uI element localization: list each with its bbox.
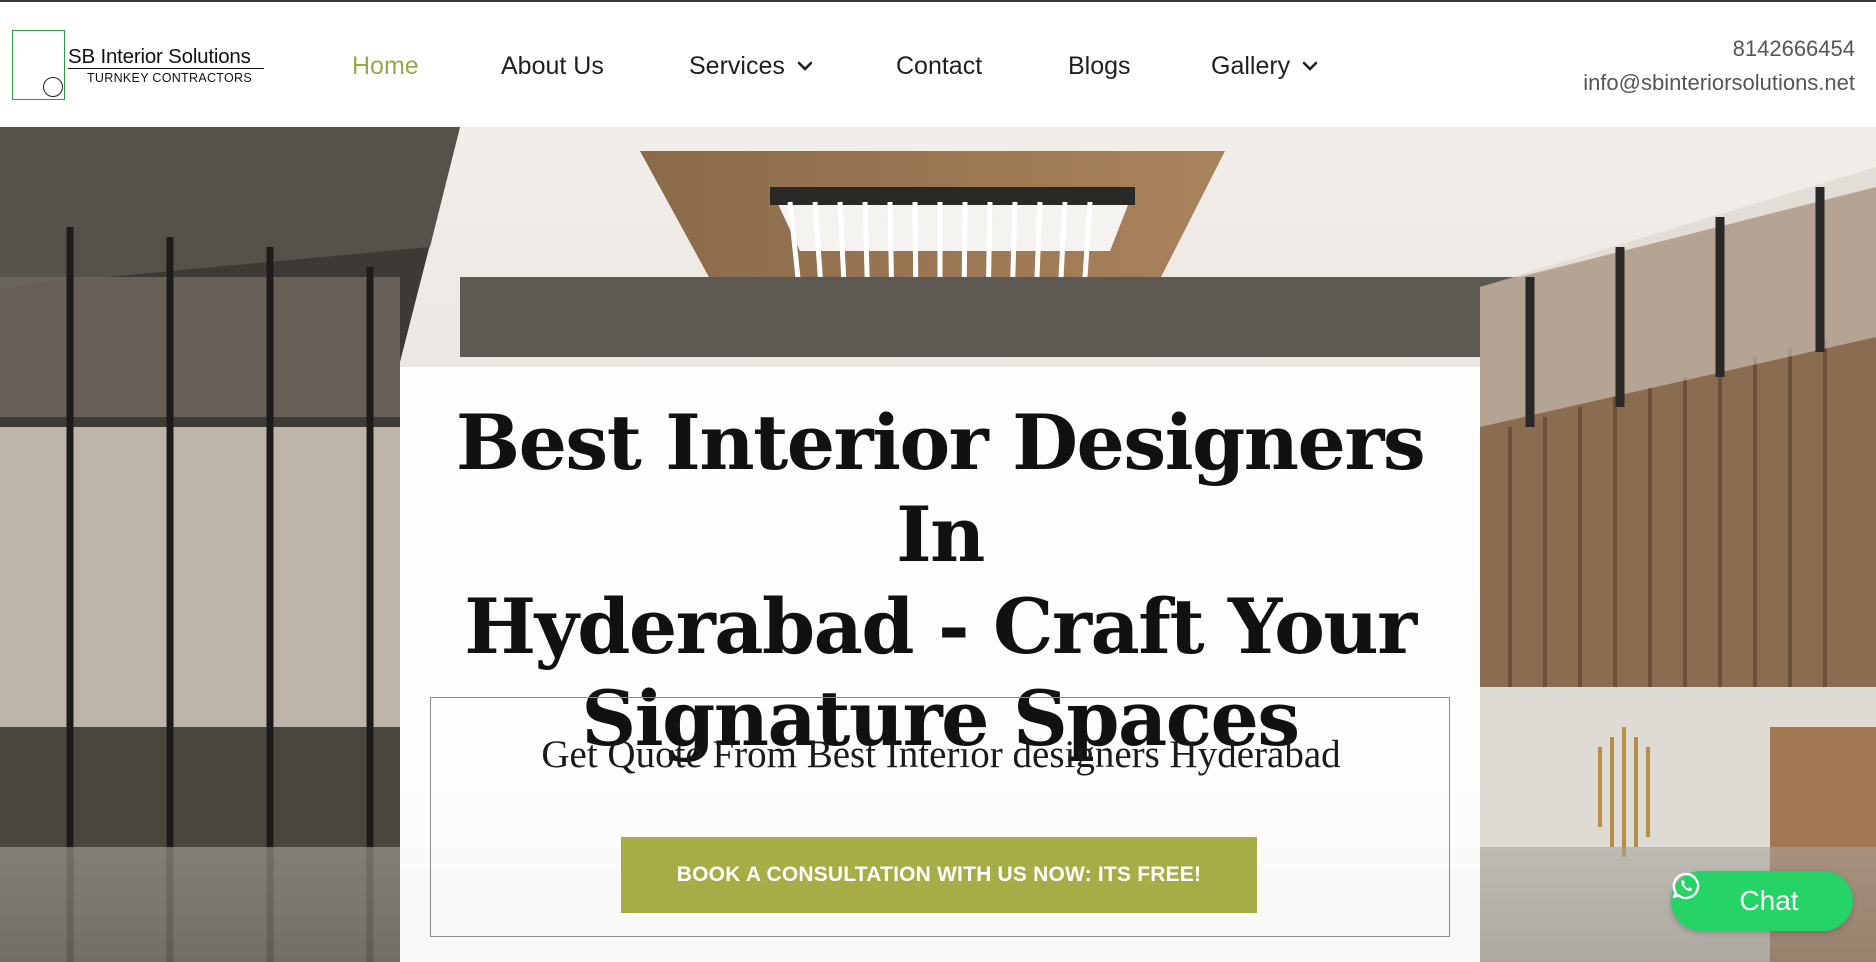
nav-item-about-us[interactable]: About Us [501, 46, 604, 86]
nav-item-label: About Us [501, 51, 604, 80]
nav-item-services[interactable]: Services [689, 46, 817, 86]
site-logo[interactable]: SB Interior Solutions TURNKEY CONTRACTOR… [12, 30, 272, 102]
nav-item-label: Home [352, 51, 419, 80]
nav-item-home[interactable]: Home [352, 46, 419, 86]
quote-box: Get Quote From Best Interior designers H… [430, 697, 1450, 937]
nav-item-label: Services [689, 51, 785, 80]
hero-section: Best Interior Designers In Hyderabad - C… [0, 127, 1876, 962]
logo-subtitle: TURNKEY CONTRACTORS [87, 71, 252, 85]
chevron-down-icon [1302, 56, 1322, 76]
phone-link[interactable]: 8142666454 [1583, 32, 1855, 66]
header-contact: 8142666454 info@sbinteriorsolutions.net [1583, 32, 1855, 100]
site-header: SB Interior Solutions TURNKEY CONTRACTOR… [0, 2, 1876, 127]
nav-item-blogs[interactable]: Blogs [1068, 46, 1131, 86]
nav-item-label: Contact [896, 51, 983, 80]
logo-underline [68, 68, 264, 70]
chat-label: Chat [1739, 885, 1799, 916]
hero-card: Best Interior Designers In Hyderabad - C… [400, 367, 1480, 962]
email-link[interactable]: info@sbinteriorsolutions.net [1583, 66, 1855, 100]
nav-item-contact[interactable]: Contact [896, 46, 982, 86]
logo-mark [12, 30, 65, 100]
hero-title-line: Best Interior Designers In [455, 398, 1426, 579]
chevron-down-icon [797, 56, 817, 76]
logo-title: SB Interior Solutions [68, 45, 251, 68]
chat-button[interactable]: Chat [1671, 871, 1853, 931]
logo-circle [43, 77, 63, 97]
nav-item-label: Gallery [1211, 51, 1291, 80]
nav-item-gallery[interactable]: Gallery [1211, 46, 1322, 86]
hero-title-line: Hyderabad - Craft Your [464, 582, 1417, 671]
book-consultation-button[interactable]: BOOK A CONSULTATION WITH US NOW: ITS FRE… [621, 837, 1257, 913]
nav-item-label: Blogs [1068, 51, 1131, 80]
quote-title: Get Quote From Best Interior designers H… [541, 733, 1341, 776]
